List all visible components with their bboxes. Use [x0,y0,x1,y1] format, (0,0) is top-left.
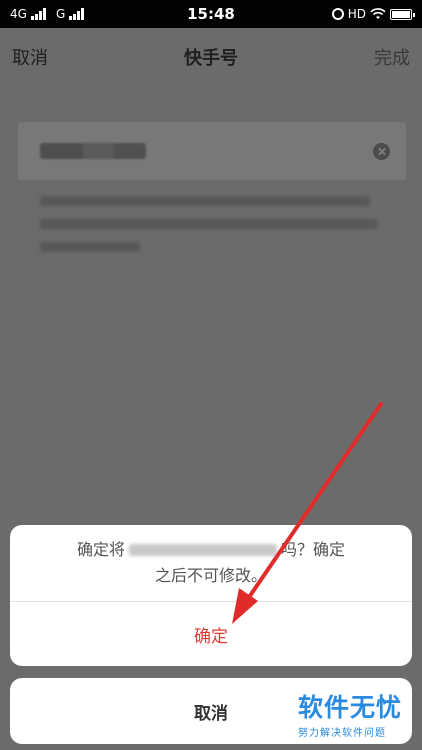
kuaishou-id-input[interactable] [18,122,406,180]
dialog-message-suffix: 吗？确定 [281,540,346,559]
dialog-message-prefix: 确定将 [76,540,125,559]
blurred-id-text [129,544,277,556]
blurred-input-value [40,143,146,159]
watermark-title: 软件无忧 [298,693,403,722]
network-label-g: G [55,7,66,21]
wifi-icon [370,8,386,19]
watermark-logo: 软件无忧 努力解决软件问题 [298,688,418,744]
clear-icon[interactable] [373,142,390,160]
confirm-dialog: 确定将 吗？确定 之后不可修改。 确定 [10,525,412,666]
battery-icon [390,8,415,20]
nav-cancel-button[interactable]: 取消 [12,44,48,70]
nav-done-button[interactable]: 完成 [374,44,410,70]
alarm-clock-icon [331,8,344,20]
network-label-4g: 4G [10,7,27,21]
status-right: HD [331,7,415,21]
signal-icon [30,8,46,20]
page-title: 快手号 [184,48,238,69]
watermark-subtitle: 努力解决软件问题 [298,728,386,739]
blurred-hint-text [40,196,380,265]
dialog-message: 确定将 吗？确定 之后不可修改。 [10,525,412,602]
dialog-message-line2: 之后不可修改。 [154,566,267,585]
signal-icon [69,8,85,20]
status-left: 4G G [10,7,90,21]
status-bar: 4G G 15:48 HD [0,0,422,28]
nav-bar: 取消 快手号 完成 [0,28,422,86]
status-time: 15:48 [187,5,235,23]
hd-label: HD [347,7,366,21]
confirm-button[interactable]: 确定 [10,602,412,666]
